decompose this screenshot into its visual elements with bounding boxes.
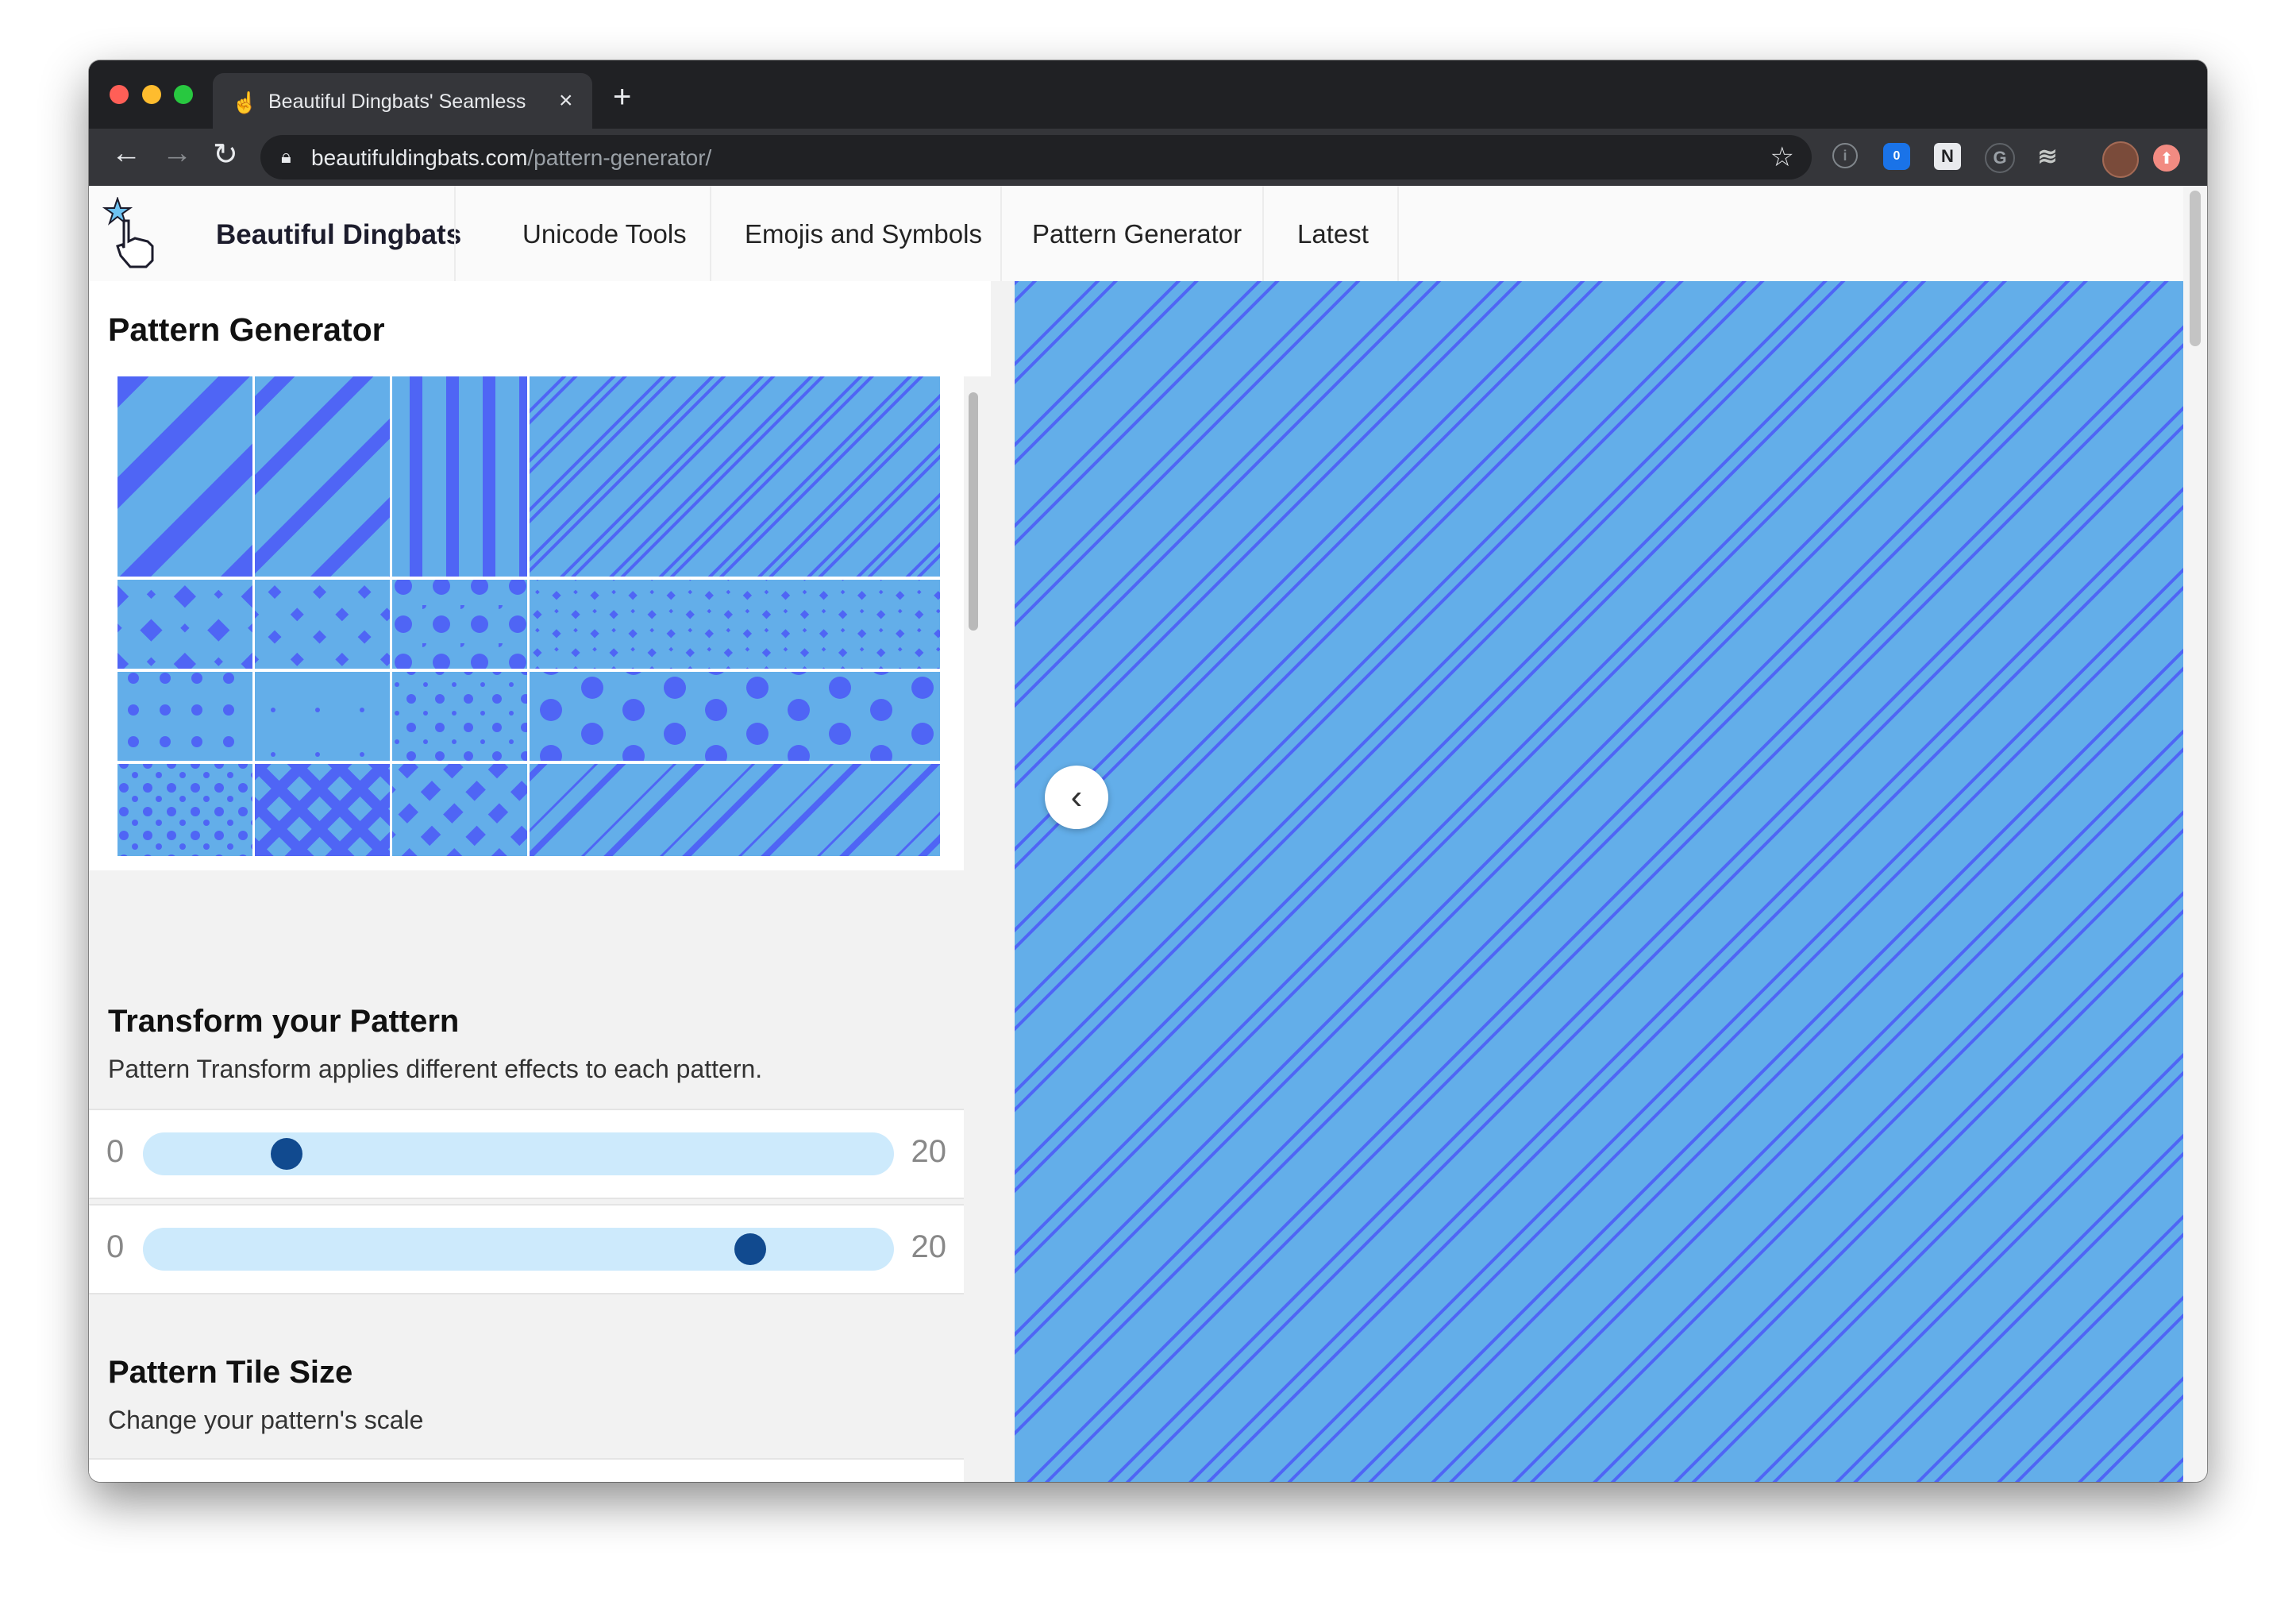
slider-track[interactable] — [143, 1132, 894, 1175]
browser-toolbar: ← → ↻ 🔒︎ beautifuldingbats.com/pattern-g… — [89, 129, 2207, 186]
tab-title: Beautiful Dingbats' Seamless Pat — [268, 91, 530, 113]
pattern-thumbnail[interactable] — [255, 580, 390, 669]
nav-divider — [1262, 186, 1264, 281]
extension-with-badge-icon[interactable]: 0 — [1883, 143, 1910, 170]
extension-badge: 0 — [1893, 149, 1901, 163]
close-window-button[interactable] — [110, 85, 129, 104]
panel-scrollbar[interactable] — [969, 392, 978, 631]
chevron-left-icon[interactable]: ‹ — [1045, 766, 1108, 829]
slider-max-label: 20 — [911, 1134, 947, 1169]
pattern-thumbnail[interactable] — [117, 376, 252, 577]
pattern-thumbnail[interactable] — [530, 764, 940, 856]
pattern-thumbnail[interactable] — [392, 672, 527, 761]
back-arrow-icon[interactable]: ← — [111, 137, 141, 171]
pattern-thumbnail-selected[interactable] — [530, 376, 940, 577]
pattern-thumbnail[interactable] — [117, 672, 252, 761]
dingbats-logo-icon[interactable] — [100, 197, 164, 268]
info-extension-icon[interactable]: i — [1832, 143, 1858, 168]
new-tab-button[interactable]: + — [613, 79, 631, 115]
pattern-thumbnail[interactable] — [392, 376, 527, 577]
page-viewport: Beautiful Dingbats Unicode Tools Emojis … — [89, 186, 2207, 1482]
url-domain: beautifuldingbats.com — [311, 145, 528, 170]
transform-section-title: Transform your Pattern — [108, 1004, 460, 1039]
panel-title: Pattern Generator — [108, 311, 385, 348]
site-brand[interactable]: Beautiful Dingbats — [216, 219, 461, 251]
bookmark-star-icon[interactable]: ☆ — [1770, 141, 1794, 173]
profile-avatar[interactable] — [2102, 141, 2139, 178]
browser-tab-active[interactable]: ☝ Beautiful Dingbats' Seamless Pat × — [213, 73, 592, 129]
slider-min-label: 0 — [106, 1229, 125, 1264]
tab-strip: ☝ Beautiful Dingbats' Seamless Pat × + — [89, 60, 2207, 129]
address-bar[interactable]: 🔒︎ beautifuldingbats.com/pattern-generat… — [260, 135, 1812, 179]
pattern-thumbnail[interactable] — [255, 672, 390, 761]
nav-latest[interactable]: Latest — [1297, 219, 1369, 249]
pattern-thumbnail[interactable] — [392, 764, 527, 856]
nav-divider — [1397, 186, 1399, 281]
control-panel: Pattern Generator Transform your Pattern… — [89, 281, 1080, 1482]
minimize-window-button[interactable] — [142, 85, 161, 104]
url-path: /pattern-generator/ — [527, 145, 712, 170]
nav-pattern-generator[interactable]: Pattern Generator — [1032, 219, 1242, 249]
nav-unicode-tools[interactable]: Unicode Tools — [522, 219, 687, 249]
site-header: Beautiful Dingbats Unicode Tools Emojis … — [89, 186, 2183, 281]
transform-section-description: Pattern Transform applies different effe… — [108, 1055, 763, 1083]
slider-knob[interactable] — [734, 1233, 767, 1265]
lock-icon: 🔒︎ — [281, 146, 291, 168]
notion-extension-icon[interactable]: N — [1934, 143, 1961, 170]
forward-arrow-icon[interactable]: → — [162, 137, 192, 171]
tile-size-section-description: Change your pattern's scale — [108, 1406, 424, 1434]
transform-slider-1: 0 20 — [89, 1109, 964, 1199]
pattern-thumbnail[interactable] — [117, 580, 252, 669]
slider-track[interactable] — [143, 1228, 894, 1271]
transform-slider-2: 0 20 — [89, 1204, 964, 1294]
pattern-preview — [1015, 281, 2183, 1482]
nav-emojis-symbols[interactable]: Emojis and Symbols — [745, 219, 982, 249]
url-text: beautifuldingbats.com/pattern-generator/ — [311, 145, 711, 171]
page-scrollbar[interactable] — [2183, 186, 2207, 1482]
pattern-thumbnail-grid — [117, 376, 940, 856]
close-tab-icon[interactable]: × — [559, 87, 573, 114]
browser-window: ☝ Beautiful Dingbats' Seamless Pat × + ←… — [89, 60, 2207, 1482]
pattern-thumbnail[interactable] — [117, 764, 252, 856]
panel-header: Pattern Generator — [89, 281, 991, 376]
tile-size-section-title: Pattern Tile Size — [108, 1355, 353, 1390]
grammarly-extension-icon[interactable]: G — [1985, 143, 2015, 173]
slider-min-label: 0 — [106, 1134, 125, 1169]
slider-max-label: 20 — [911, 1229, 947, 1264]
pointing-hand-icon: ☝ — [232, 91, 258, 114]
nav-divider — [1000, 186, 1002, 281]
reload-icon[interactable]: ↻ — [213, 137, 238, 172]
pattern-gallery-card — [89, 376, 964, 870]
pattern-thumbnail[interactable] — [255, 764, 390, 856]
pattern-thumbnail[interactable] — [530, 672, 940, 761]
pattern-thumbnail[interactable] — [255, 376, 390, 577]
slider-knob[interactable] — [270, 1138, 302, 1170]
update-arrow-icon[interactable]: ⬆ — [2153, 145, 2180, 172]
page-scrollbar-thumb[interactable] — [2190, 191, 2201, 346]
maximize-window-button[interactable] — [174, 85, 193, 104]
buffer-extension-icon[interactable]: ≋ — [2034, 143, 2061, 170]
pattern-thumbnail[interactable] — [530, 580, 940, 669]
pattern-thumbnail[interactable] — [392, 580, 527, 669]
tile-size-slider: 5 100 — [89, 1458, 964, 1482]
nav-divider — [710, 186, 711, 281]
nav-divider — [454, 186, 456, 281]
